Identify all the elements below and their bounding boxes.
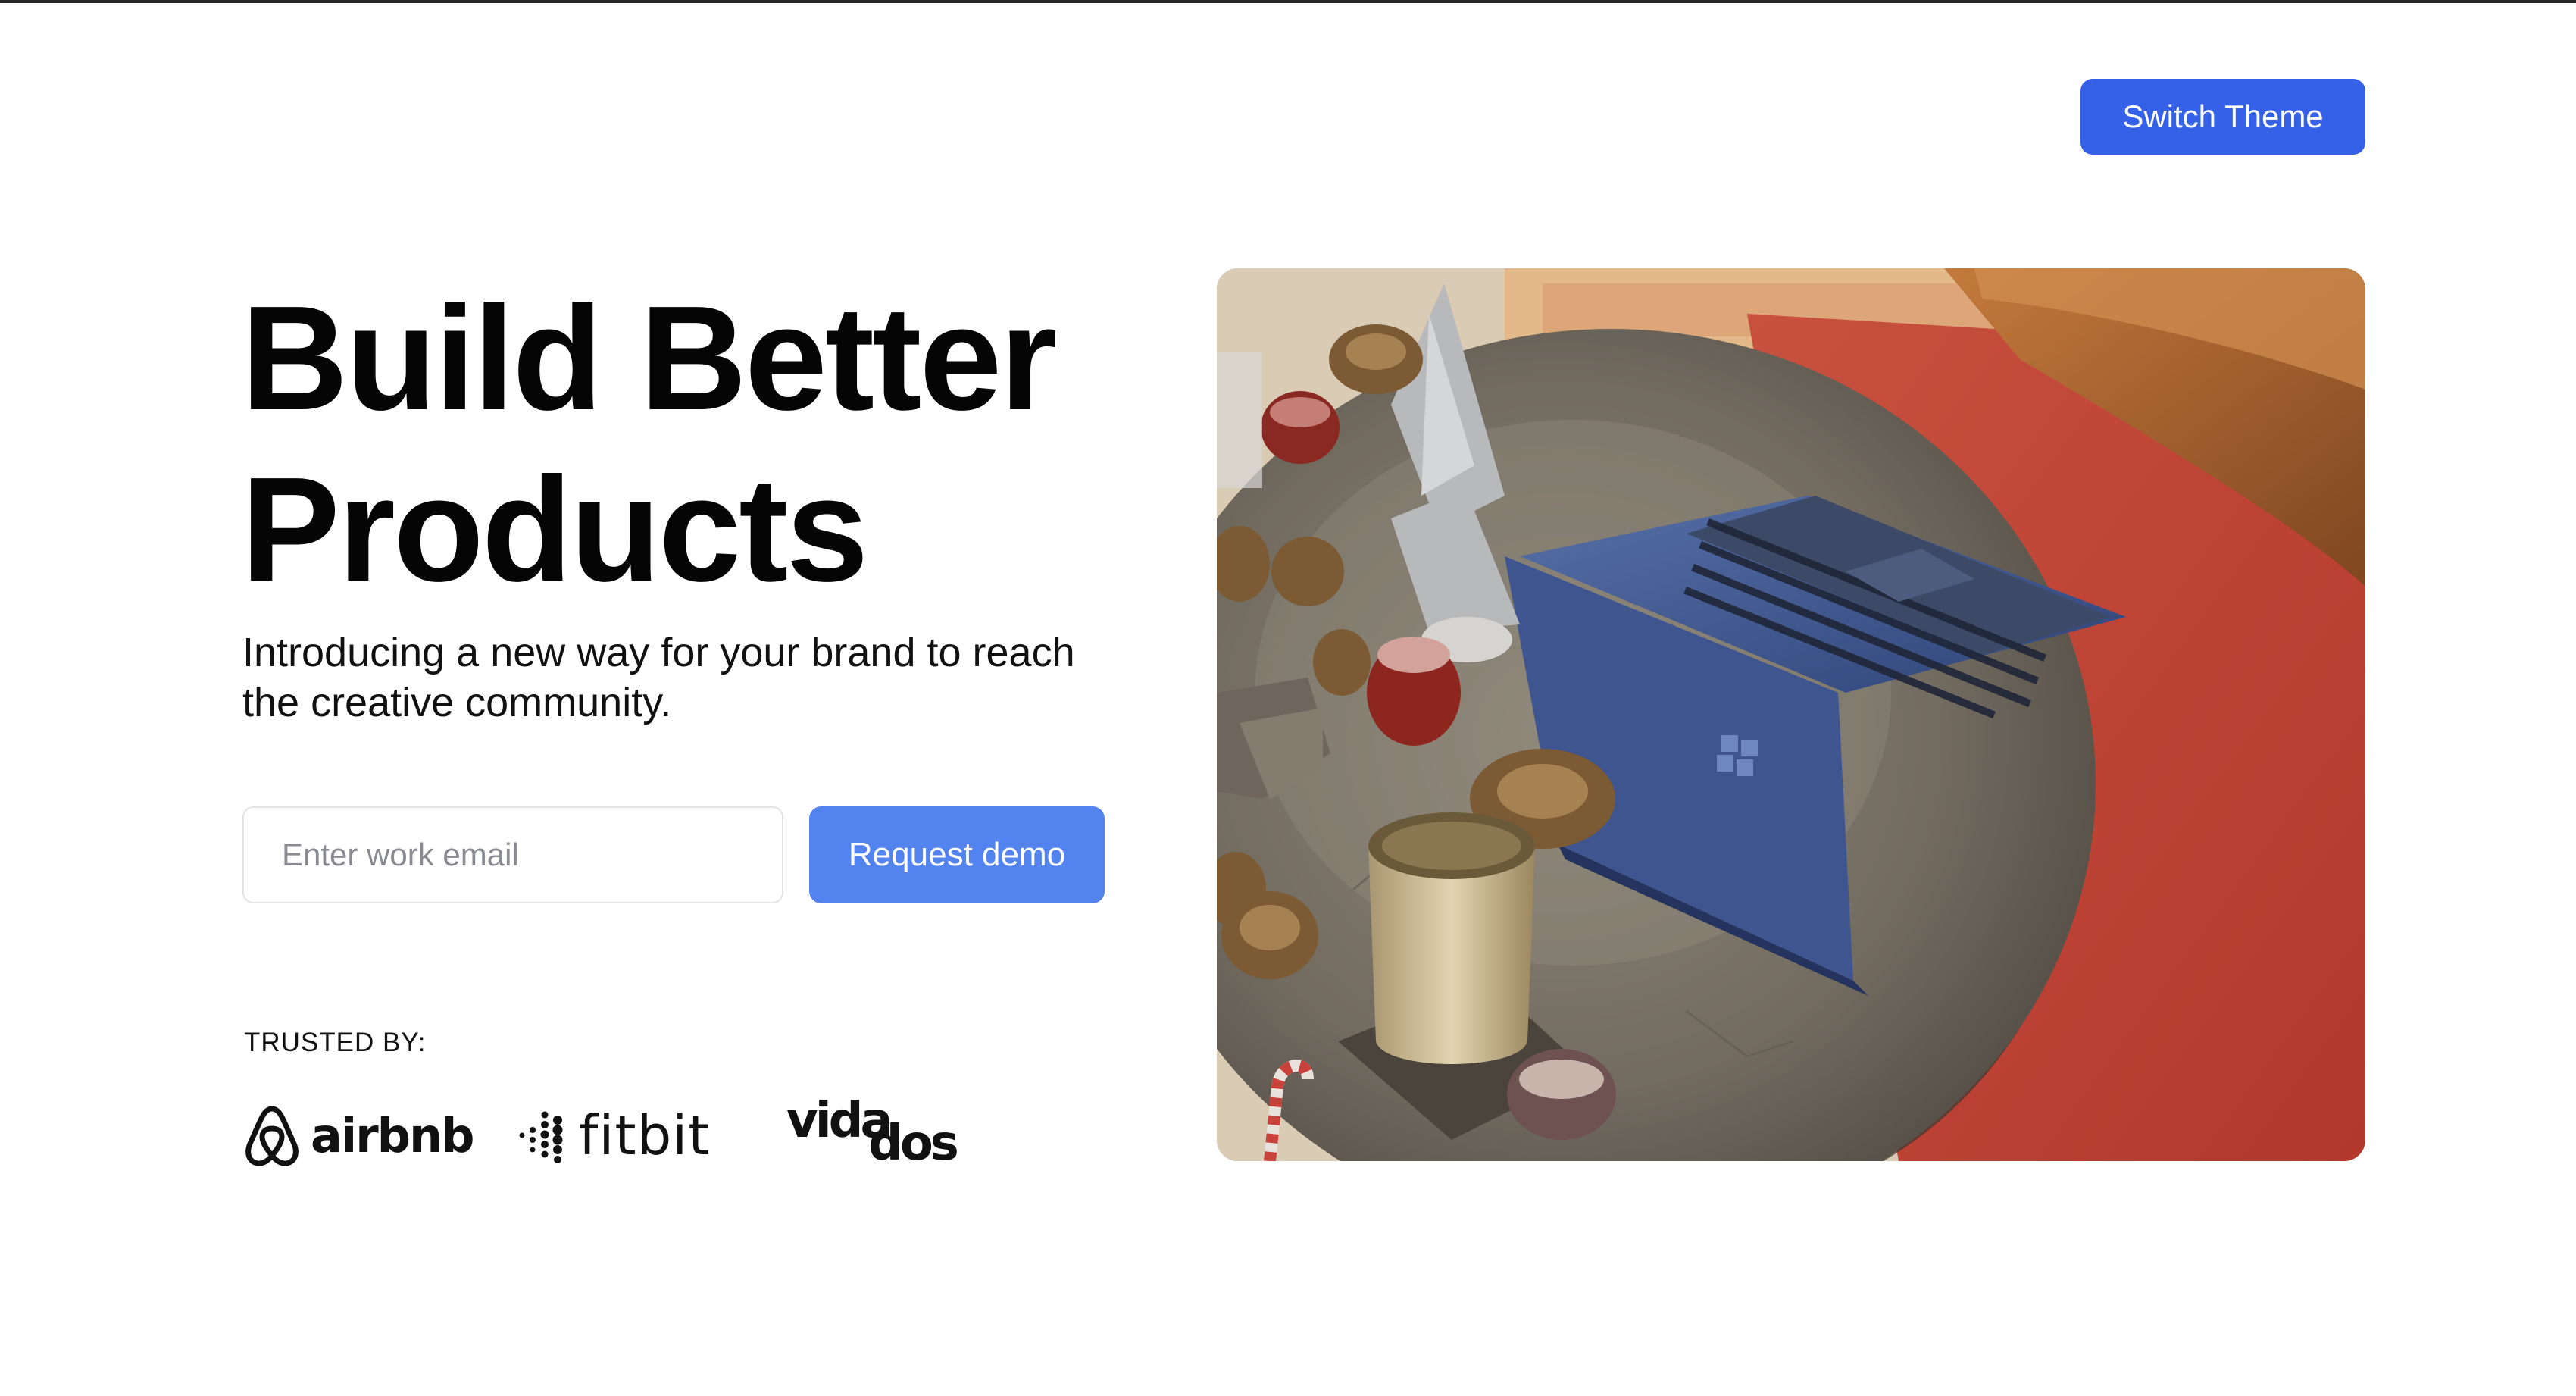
trusted-by-label: TRUSTED BY: bbox=[244, 1028, 427, 1057]
hero-title-line-2: Products bbox=[241, 446, 868, 612]
switch-theme-button[interactable]: Switch Theme bbox=[2080, 79, 2365, 155]
fitbit-logo: fitbit bbox=[518, 1099, 711, 1172]
work-email-input[interactable] bbox=[242, 806, 783, 903]
hero-subtitle: Introducing a new way for your brand to … bbox=[242, 630, 1075, 725]
request-demo-button[interactable]: Request demo bbox=[809, 806, 1105, 903]
airbnb-belo-icon bbox=[245, 1106, 299, 1166]
hero-photo-laptop-on-table bbox=[1217, 268, 2365, 1161]
vidados-wordmark: vida dos bbox=[786, 1093, 961, 1172]
fitbit-wordmark: fitbit bbox=[579, 1103, 711, 1167]
fitbit-dots-icon bbox=[519, 1111, 563, 1163]
hero-image bbox=[1217, 268, 2365, 1161]
hero-title-line-1: Build Better bbox=[241, 275, 1058, 441]
vidados-logo: vida dos bbox=[786, 1093, 961, 1172]
airbnb-wordmark: airbnb bbox=[311, 1107, 475, 1163]
airbnb-logo: airbnb bbox=[242, 1099, 475, 1172]
top-border bbox=[0, 0, 2576, 3]
vidados-wordmark-dos: dos bbox=[868, 1116, 959, 1172]
hero-title: Build Better Products bbox=[241, 273, 1226, 615]
